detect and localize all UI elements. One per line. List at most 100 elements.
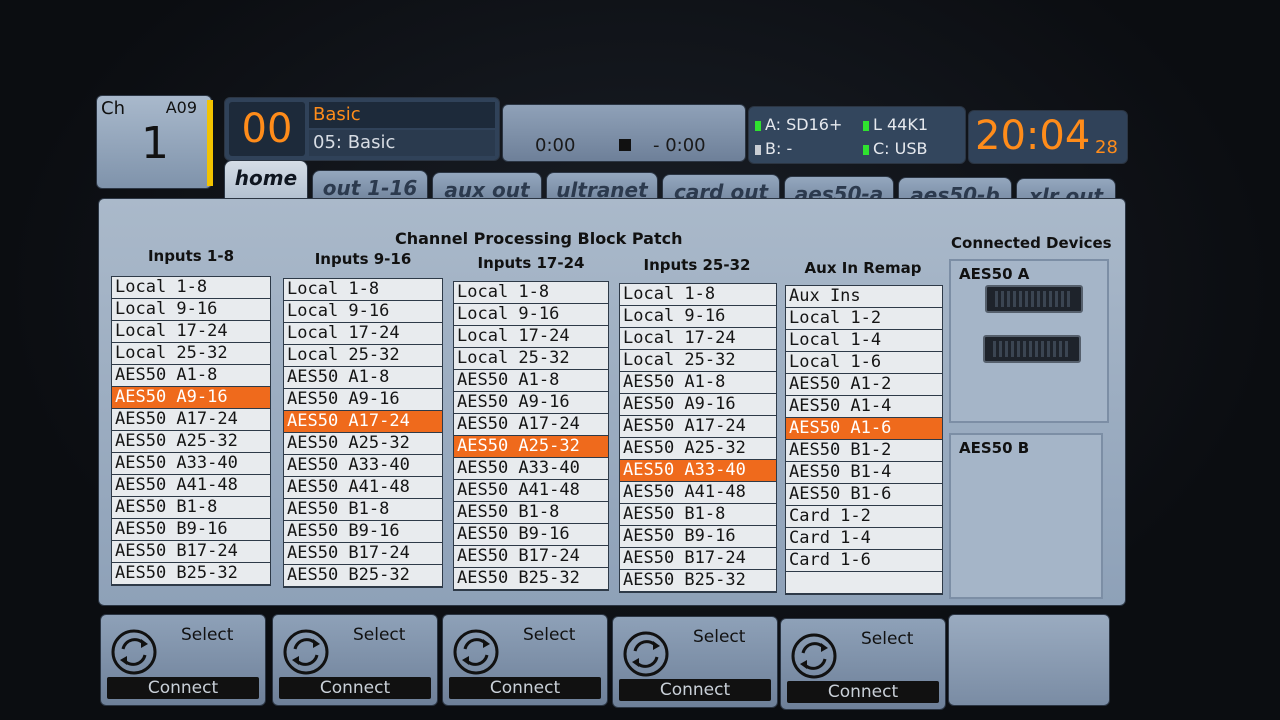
patch-option[interactable]: AES50 B25-32 [454, 568, 608, 589]
patch-option[interactable]: AES50 A41-48 [284, 477, 442, 498]
patch-option[interactable]: AES50 A41-48 [112, 475, 270, 496]
patch-option[interactable]: AES50 B25-32 [112, 563, 270, 584]
patch-option[interactable]: AES50 A33-40 [620, 460, 776, 481]
patch-option[interactable]: AES50 A33-40 [454, 458, 608, 479]
led-gray-icon [755, 144, 761, 155]
rotary-encoder-icon[interactable] [791, 633, 837, 679]
patch-option[interactable]: AES50 B9-16 [454, 524, 608, 545]
column-header: Inputs 25-32 [643, 256, 751, 274]
patch-option[interactable]: AES50 B1-6 [786, 484, 942, 505]
patch-option[interactable]: Local 9-16 [284, 301, 442, 322]
connect-button[interactable]: Connect [107, 677, 259, 699]
patch-option[interactable]: AES50 A9-16 [620, 394, 776, 415]
patch-option[interactable]: AES50 B1-8 [620, 504, 776, 525]
encoder-5[interactable]: Select Connect [780, 618, 946, 710]
aes50a-device-box[interactable]: AES50 A [949, 259, 1109, 423]
encoder-2[interactable]: Select Connect [272, 614, 438, 706]
patch-option[interactable]: Local 17-24 [284, 323, 442, 344]
patch-option[interactable]: Card 1-2 [786, 506, 942, 527]
connect-button[interactable]: Connect [279, 677, 431, 699]
patch-option[interactable]: AES50 A41-48 [454, 480, 608, 501]
patch-option[interactable]: Aux Ins [786, 286, 942, 307]
patch-option[interactable]: AES50 B9-16 [620, 526, 776, 547]
led-green-icon [755, 120, 761, 131]
patch-option[interactable]: Local 9-16 [454, 304, 608, 325]
patch-option[interactable]: Local 17-24 [620, 328, 776, 349]
patch-option[interactable]: Local 17-24 [454, 326, 608, 347]
connect-button[interactable]: Connect [619, 679, 771, 701]
status-box: A: SD16+ B: - L 44K1 C: USB [748, 106, 966, 164]
patch-option[interactable]: AES50 A9-16 [112, 387, 270, 408]
patch-option[interactable]: AES50 B9-16 [284, 521, 442, 542]
patch-option[interactable]: AES50 B17-24 [454, 546, 608, 567]
patch-option[interactable]: AES50 B17-24 [284, 543, 442, 564]
patch-option[interactable] [786, 572, 942, 593]
patch-option[interactable]: AES50 A17-24 [454, 414, 608, 435]
patch-option[interactable]: Local 25-32 [284, 345, 442, 366]
patch-option[interactable]: Local 1-2 [786, 308, 942, 329]
patch-option[interactable]: AES50 A1-8 [112, 365, 270, 386]
patch-option[interactable]: AES50 A25-32 [620, 438, 776, 459]
rotary-encoder-icon[interactable] [453, 629, 499, 675]
patch-option[interactable]: Local 1-8 [284, 279, 442, 300]
patch-option[interactable]: Local 1-8 [620, 284, 776, 305]
patch-option[interactable]: AES50 B1-8 [454, 502, 608, 523]
patch-option[interactable]: Local 1-8 [454, 282, 608, 303]
patch-option[interactable]: AES50 B25-32 [284, 565, 442, 586]
patch-option[interactable]: AES50 A1-8 [620, 372, 776, 393]
patch-option[interactable]: AES50 B17-24 [620, 548, 776, 569]
patch-option[interactable]: Local 1-4 [786, 330, 942, 351]
patch-option[interactable]: AES50 B17-24 [112, 541, 270, 562]
stop-icon[interactable] [619, 139, 631, 151]
patch-option[interactable]: AES50 A25-32 [454, 436, 608, 457]
patch-option[interactable]: Card 1-4 [786, 528, 942, 549]
transport-box[interactable]: 0:00 - 0:00 [502, 104, 746, 162]
patch-option[interactable]: AES50 A1-8 [454, 370, 608, 391]
patch-option[interactable]: Local 17-24 [112, 321, 270, 342]
encoder-3[interactable]: Select Connect [442, 614, 608, 706]
patch-option[interactable]: AES50 B9-16 [112, 519, 270, 540]
patch-option[interactable]: AES50 A25-32 [112, 431, 270, 452]
encoder-4[interactable]: Select Connect [612, 616, 778, 708]
patch-option[interactable]: Card 1-6 [786, 550, 942, 571]
patch-option[interactable]: Local 9-16 [112, 299, 270, 320]
aes50b-device-box[interactable]: AES50 B [949, 433, 1103, 599]
patch-option[interactable]: AES50 A1-2 [786, 374, 942, 395]
status-b-text: B: - [765, 139, 793, 158]
patch-option[interactable]: AES50 A9-16 [284, 389, 442, 410]
patch-option[interactable]: AES50 A17-24 [620, 416, 776, 437]
patch-option[interactable]: Local 9-16 [620, 306, 776, 327]
patch-option[interactable]: AES50 B1-8 [284, 499, 442, 520]
patch-option[interactable]: AES50 A25-32 [284, 433, 442, 454]
patch-option[interactable]: AES50 B25-32 [620, 570, 776, 591]
patch-option[interactable]: AES50 A1-6 [786, 418, 942, 439]
connect-button[interactable]: Connect [787, 681, 939, 703]
patch-option[interactable]: AES50 B1-2 [786, 440, 942, 461]
channel-box[interactable]: Ch A09 1 [96, 95, 213, 189]
patch-option[interactable]: AES50 A41-48 [620, 482, 776, 503]
column-header: Aux In Remap [804, 259, 922, 277]
patch-option[interactable]: AES50 A9-16 [454, 392, 608, 413]
patch-option[interactable]: AES50 A1-4 [786, 396, 942, 417]
status-a-text: A: SD16+ [765, 115, 843, 134]
tab-home[interactable]: home [224, 160, 308, 200]
connect-button[interactable]: Connect [449, 677, 601, 699]
rotary-encoder-icon[interactable] [111, 629, 157, 675]
patch-option[interactable]: AES50 A17-24 [284, 411, 442, 432]
patch-option[interactable]: Local 1-6 [786, 352, 942, 373]
patch-option[interactable]: Local 25-32 [454, 348, 608, 369]
scene-box[interactable]: 00 Basic 05: Basic [224, 97, 500, 161]
patch-option[interactable]: Local 25-32 [112, 343, 270, 364]
patch-option[interactable]: AES50 B1-8 [112, 497, 270, 518]
patch-option[interactable]: AES50 A17-24 [112, 409, 270, 430]
clock-seconds: 28 [1095, 137, 1118, 158]
patch-option[interactable]: AES50 A33-40 [284, 455, 442, 476]
patch-option[interactable]: AES50 A33-40 [112, 453, 270, 474]
patch-option[interactable]: AES50 A1-8 [284, 367, 442, 388]
rotary-encoder-icon[interactable] [623, 631, 669, 677]
rotary-encoder-icon[interactable] [283, 629, 329, 675]
patch-option[interactable]: Local 1-8 [112, 277, 270, 298]
patch-option[interactable]: Local 25-32 [620, 350, 776, 371]
encoder-1[interactable]: Select Connect [100, 614, 266, 706]
patch-option[interactable]: AES50 B1-4 [786, 462, 942, 483]
